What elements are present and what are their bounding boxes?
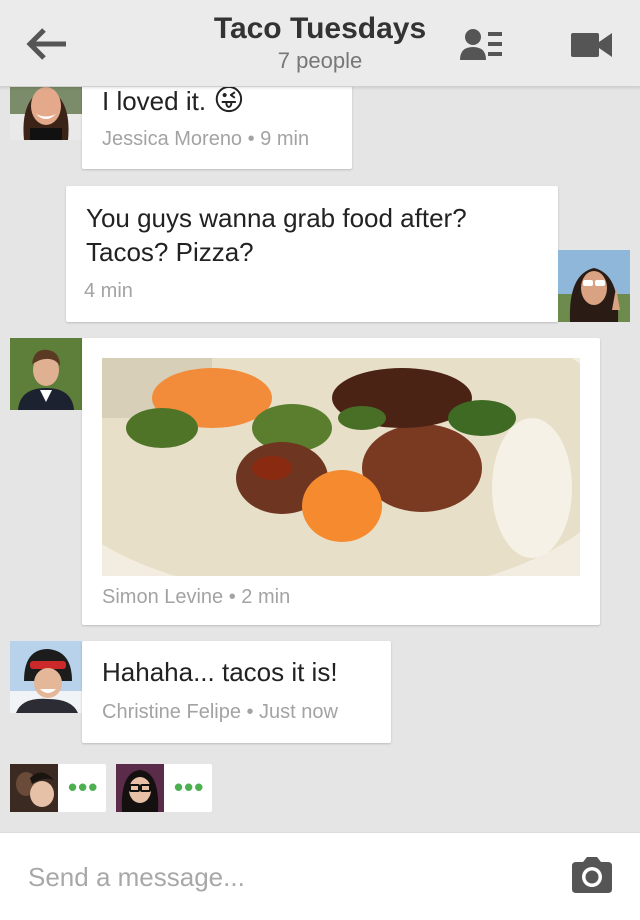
typing-indicator-1: ••• [10, 764, 106, 812]
message-meta: 4 min [84, 280, 133, 302]
avatar-simon-levine[interactable] [10, 338, 82, 410]
avatar-christine-felipe[interactable] [10, 641, 82, 713]
avatar-typing-couple[interactable] [10, 764, 58, 812]
message-card-jessica[interactable]: I loved it. 😜 Jessica Moreno • 9 min [82, 80, 352, 169]
message-text-line1: You guys wanna grab food after? [86, 203, 467, 233]
message-card-christine[interactable]: Hahaha... tacos it is! Christine Felipe … [82, 641, 391, 743]
camera-icon[interactable] [570, 856, 614, 894]
message-text: Hahaha... tacos it is! [102, 657, 338, 687]
video-call-icon[interactable] [570, 30, 614, 60]
typing-dots: ••• [68, 772, 99, 802]
typing-dots: ••• [174, 772, 205, 802]
avatar-typing-woman-glasses[interactable] [116, 764, 164, 812]
message-body: I loved it. [102, 86, 207, 116]
message-card-own[interactable]: You guys wanna grab food after? Tacos? P… [66, 186, 558, 322]
conversation-header: Taco Tuesdays 7 people [0, 0, 640, 87]
message-composer [0, 832, 640, 920]
taco-photo[interactable] [102, 358, 580, 576]
people-list-icon[interactable] [460, 28, 504, 62]
back-arrow-icon[interactable] [26, 26, 70, 62]
message-meta: Simon Levine • 2 min [102, 586, 291, 608]
typing-indicator-2: ••• [116, 764, 212, 812]
winking-tongue-emoji: 😜 [213, 84, 245, 117]
message-meta: Christine Felipe • Just now [102, 701, 338, 723]
message-text: I loved it. 😜 [102, 84, 245, 118]
message-meta: Jessica Moreno • 9 min [102, 128, 310, 150]
avatar-own-user[interactable] [558, 250, 630, 322]
message-text-line2: Tacos? Pizza? [86, 237, 254, 267]
message-input[interactable] [28, 855, 528, 899]
